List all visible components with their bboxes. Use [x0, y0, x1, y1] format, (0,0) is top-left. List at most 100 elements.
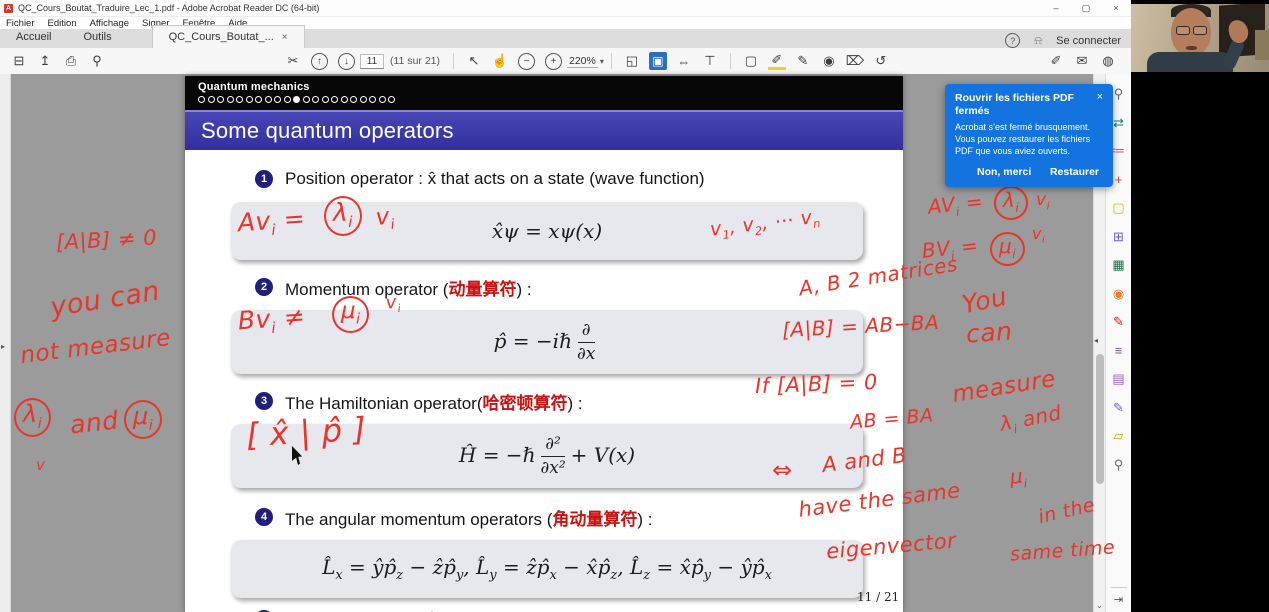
sign-in-button[interactable]: Se connecter [1056, 35, 1121, 47]
item-text: The angular momentum operators (角动量算符) : [285, 505, 653, 530]
item-text: Position operator : x̂ that acts on a st… [285, 169, 705, 189]
tab-outils[interactable]: Outils [67, 26, 127, 48]
item-text: The Hamiltonian operator(哈密顿算符) : [285, 389, 583, 414]
share-icon[interactable]: ↥ [36, 52, 54, 70]
item-number-badge: 4 [255, 508, 273, 526]
acrobat-logo-icon: A [4, 4, 13, 13]
notification-title: Rouvrir les fichiers PDF fermés [955, 92, 1091, 117]
presenter-mouth [1186, 46, 1197, 50]
expand-sidebar-icon[interactable]: ⇥ [1114, 593, 1123, 606]
highlighter-icon[interactable]: ✐ [768, 52, 786, 70]
fill-sign-share-icon[interactable]: ✐ [1047, 52, 1065, 70]
progress-dot [284, 96, 291, 103]
notification-popup: Rouvrir les fichiers PDF fermés × Acroba… [945, 84, 1113, 187]
close-button[interactable]: × [1101, 3, 1131, 14]
comment-tool-icon[interactable]: ▢ [1111, 200, 1127, 216]
notifications-bell-icon[interactable]: ⍾ [1034, 33, 1042, 48]
close-tab-icon[interactable]: × [282, 32, 288, 43]
minimize-button[interactable]: – [1041, 3, 1071, 14]
select-tool-icon[interactable]: ↖ [465, 52, 483, 70]
delete-icon[interactable]: ⌦ [846, 52, 864, 70]
stamp-icon[interactable]: ◉ [820, 52, 838, 70]
scrollbar-thumb[interactable] [1096, 354, 1104, 484]
zoom-caret-icon[interactable]: ▾ [600, 57, 604, 66]
slide-title: Some quantum operators [201, 118, 454, 144]
reading-mode-icon[interactable]: ⊤ [701, 52, 719, 70]
zoom-level-dropdown[interactable]: 220% [567, 55, 598, 68]
progress-dot [227, 96, 234, 103]
item-number-badge: 2 [255, 278, 273, 296]
clipboard-icon[interactable]: ◱ [623, 52, 641, 70]
collapse-sidebar-icon[interactable]: ◂ [1094, 336, 1098, 345]
scroll-down-icon[interactable]: ⌄ [1096, 601, 1103, 610]
account-icon[interactable]: ◍ [1099, 52, 1117, 70]
notification-accept-button[interactable]: Restaurer [1050, 166, 1099, 178]
progress-dot [312, 96, 319, 103]
combine-files-icon[interactable]: ⊞ [1111, 229, 1127, 245]
tab-label: QC_Cours_Boutat_... [169, 31, 274, 43]
list-item: 5Position operator : x̂ that acts on a s… [255, 606, 903, 612]
progress-dot [255, 96, 262, 103]
hand-tool-icon[interactable]: ☝ [491, 52, 509, 70]
list-item: 4 The angular momentum operators (角动量算符) … [255, 504, 903, 530]
zoom-out-icon[interactable]: − [518, 53, 535, 70]
fill-sign-icon[interactable]: ✎ [1111, 314, 1127, 330]
window-title: QC_Cours_Boutat_Traduire_Lec_1.pdf - Ado… [18, 3, 319, 13]
cut-icon[interactable]: ✂ [284, 52, 302, 70]
list-item: 3 The Hamiltonian operator(哈密顿算符) : [255, 388, 903, 414]
tab-accueil[interactable]: Accueil [0, 26, 67, 48]
progress-dot [350, 96, 357, 103]
more-tools-icon[interactable]: ⚲ [1111, 457, 1127, 473]
tab-label: Accueil [16, 31, 51, 43]
divider [730, 53, 731, 69]
page-number-input[interactable] [360, 54, 384, 69]
sign-pen-icon[interactable]: ✎ [794, 52, 812, 70]
formula: L̂x = ŷp̂z − ẑp̂y, L̂y = ẑp̂x − x̂p̂z, L… [322, 555, 772, 583]
formula: Ĥ = −ℏ∂²∂x²+ V(x) [459, 436, 635, 477]
compress-pdf-icon[interactable]: ▱ [1111, 428, 1127, 444]
left-panel-strip: ▸ [0, 74, 11, 612]
page-display-active-icon[interactable]: ▣ [649, 52, 667, 70]
item-number-badge: 3 [255, 392, 273, 410]
adobe-sign-icon[interactable]: ◉ [1111, 286, 1127, 302]
tab-qc-cours-boutat-[interactable]: QC_Cours_Boutat_... × [152, 25, 305, 48]
undo-icon[interactable]: ↺ [872, 52, 890, 70]
prepare-form-icon[interactable]: ≡ [1111, 343, 1127, 359]
maximize-button[interactable]: ▢ [1071, 3, 1101, 14]
notification-close-icon[interactable]: × [1091, 92, 1103, 103]
zoom-in-icon[interactable]: + [545, 53, 562, 70]
divider [611, 53, 612, 69]
formula-box: Ĥ = −ℏ∂²∂x²+ V(x) [231, 424, 863, 488]
previous-page-icon[interactable]: ↑ [311, 53, 328, 70]
scan-ocr-icon[interactable]: ▤ [1111, 371, 1127, 387]
presenter-glasses [1176, 26, 1207, 35]
notification-body: Acrobat s’est fermé brusquement. Vous po… [955, 121, 1103, 157]
slide-header-title: Quantum mechanics [198, 81, 903, 93]
notification-decline-button[interactable]: Non, merci [977, 166, 1031, 178]
progress-dot [360, 96, 367, 103]
progress-dot [379, 96, 386, 103]
progress-dot [246, 96, 253, 103]
save-icon[interactable]: ⊟ [10, 52, 28, 70]
progress-dot [236, 96, 243, 103]
convert-excel-icon[interactable]: ▦ [1111, 257, 1127, 273]
divider [1111, 587, 1127, 588]
tab-label: Outils [83, 31, 111, 43]
email-icon[interactable]: ✉ [1073, 52, 1091, 70]
progress-dot [198, 96, 205, 103]
expand-left-panel-icon[interactable]: ▸ [1, 342, 5, 351]
progress-dot [331, 96, 338, 103]
formula: x̂ψ = xψ(x) [492, 219, 602, 243]
progress-dot [322, 96, 329, 103]
search-icon[interactable]: ⚲ [88, 52, 106, 70]
toolbar: ⊟ ↥ ⎙ ⚲ ✂ ↑ ↓ (11 sur 21) ↖ ☝ − + 220% ▾… [0, 48, 1131, 75]
help-icon[interactable]: ? [1005, 33, 1020, 48]
print-icon[interactable]: ⎙ [62, 52, 80, 70]
comment-icon[interactable]: ▢ [742, 52, 760, 70]
item-chinese-label: 角动量算符 [552, 510, 637, 529]
fit-width-icon[interactable]: ⇔ [675, 52, 693, 70]
slide-page: Quantum mechanics Some quantum operators… [185, 76, 903, 612]
certificates-icon[interactable]: ✎ [1111, 400, 1127, 416]
formula-box: x̂ψ = xψ(x) [231, 202, 863, 260]
next-page-icon[interactable]: ↓ [338, 53, 355, 70]
